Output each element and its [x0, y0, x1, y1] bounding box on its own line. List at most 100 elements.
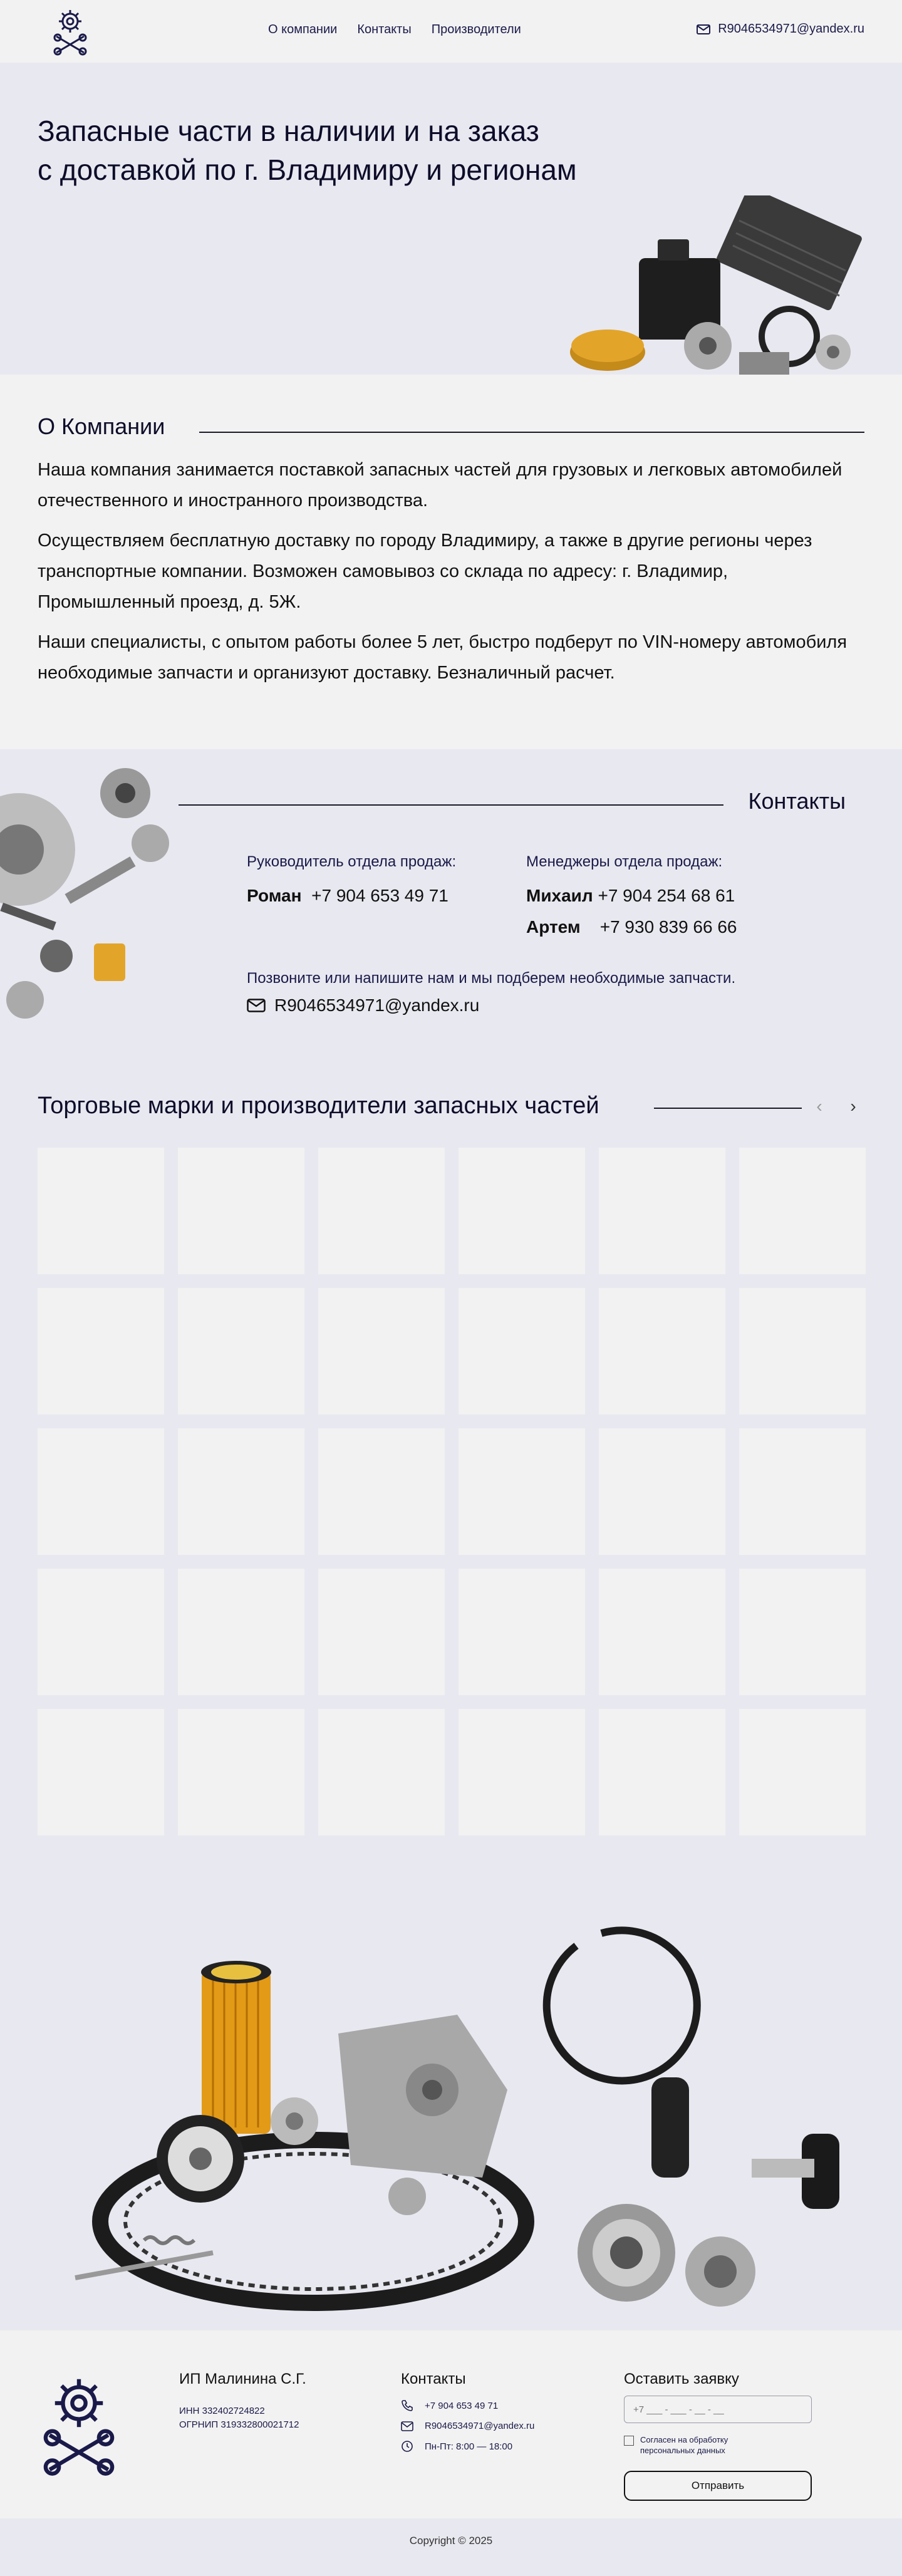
auto-parts-illustration — [75, 1926, 839, 2311]
phone-icon — [402, 2400, 413, 2411]
consent-checkbox[interactable] — [624, 2436, 634, 2446]
contacts-title: Контакты — [748, 788, 846, 814]
brand-card[interactable] — [459, 1569, 585, 1695]
brands-section: Торговые марки и производители запасных … — [0, 1062, 902, 1896]
consent-label: Согласен на обработку персональных данны… — [640, 2435, 728, 2455]
nav-manufacturers-link[interactable]: Производители — [432, 23, 521, 37]
manager-phone: +7 904 254 68 61 — [598, 886, 735, 905]
hero-title-line2: с доставкой по г. Владимиру и регионам — [38, 153, 577, 186]
brand-card[interactable] — [38, 1709, 164, 1836]
brand-card[interactable] — [38, 1428, 164, 1555]
about-section: О Компании Наша компания занимается пост… — [0, 375, 902, 749]
head-of-sales-block: Руководитель отдела продаж: Роман +7 904… — [247, 853, 456, 917]
hero-title: Запасные части в наличии и на заказ с до… — [38, 112, 727, 189]
clock-icon — [402, 2441, 413, 2452]
brand-card[interactable] — [599, 1709, 725, 1836]
footer-hours-text: Пн-Пт: 8:00 — 18:00 — [425, 2441, 513, 2452]
nav-contacts-link[interactable]: Контакты — [357, 23, 411, 37]
brand-card[interactable] — [38, 1288, 164, 1415]
footer-email: R9046534971@yandex.ru — [425, 2421, 535, 2431]
hero-title-line1: Запасные части в наличии и на заказ — [38, 115, 539, 147]
brand-card[interactable] — [599, 1569, 725, 1695]
main-nav: О компании Контакты Производители — [268, 23, 521, 37]
phone-input[interactable] — [624, 2396, 812, 2423]
gear-pistons-logo-icon[interactable] — [36, 2368, 122, 2481]
managers-block: Менеджеры отдела продаж: Михаил +7 904 2… — [526, 853, 737, 948]
gear-pistons-logo-icon[interactable] — [50, 6, 90, 56]
contacts-email-link[interactable]: R9046534971@yandex.ru — [247, 995, 479, 1015]
brand-card[interactable] — [38, 1148, 164, 1274]
brand-card[interactable] — [38, 1569, 164, 1695]
brand-card[interactable] — [459, 1148, 585, 1274]
hero-parts-image — [570, 195, 862, 375]
manager-contact[interactable]: Михаил +7 904 254 68 61 — [526, 886, 737, 906]
brands-title: Торговые марки и производители запасных … — [38, 1093, 599, 1119]
brand-card[interactable] — [318, 1709, 445, 1836]
brand-card[interactable] — [739, 1148, 866, 1274]
brand-card[interactable] — [318, 1288, 445, 1415]
brand-card[interactable] — [318, 1428, 445, 1555]
contacts-divider — [179, 804, 723, 806]
brand-card[interactable] — [599, 1428, 725, 1555]
footer-contacts-title: Контакты — [401, 2371, 466, 2387]
header-email-link[interactable]: R9046534971@yandex.ru — [697, 22, 864, 36]
about-text: Наша компания занимается поставкой запас… — [38, 455, 852, 698]
manager-phone: +7 930 839 66 66 — [599, 917, 737, 937]
contacts-email-text: R9046534971@yandex.ru — [274, 995, 480, 1015]
carousel-prev-button[interactable]: ‹ — [812, 1096, 827, 1116]
managers-label: Менеджеры отдела продаж: — [526, 853, 723, 870]
brand-card[interactable] — [459, 1288, 585, 1415]
about-paragraph: Осуществляем бесплатную доставку по горо… — [38, 531, 812, 612]
consent-row: Согласен на обработку персональных данны… — [624, 2434, 812, 2456]
about-title: О Компании — [38, 413, 165, 439]
carousel-next-button[interactable]: › — [846, 1096, 861, 1116]
brand-card[interactable] — [178, 1288, 304, 1415]
brand-card[interactable] — [318, 1569, 445, 1695]
brand-card[interactable] — [318, 1148, 445, 1274]
about-paragraph: Наши специалисты, с опытом работы более … — [38, 632, 848, 683]
parts-banner-image — [0, 1896, 902, 2330]
brand-card[interactable] — [178, 1569, 304, 1695]
brand-card[interactable] — [178, 1709, 304, 1836]
contacts-section: Контакты Руководитель отдела продаж: Ром… — [0, 749, 902, 1062]
brand-card[interactable] — [739, 1569, 866, 1695]
brand-card[interactable] — [739, 1709, 866, 1836]
about-divider — [199, 432, 864, 433]
footer-company-name: ИП Малинина С.Г. — [179, 2371, 306, 2387]
head-name: Роман — [247, 886, 302, 905]
manager-name: Артем — [526, 917, 581, 937]
footer-phone-link[interactable]: +7 904 653 49 71 — [401, 2399, 534, 2412]
contacts-parts-image — [0, 768, 169, 1019]
brand-card[interactable] — [739, 1288, 866, 1415]
head-of-sales-contact[interactable]: Роман +7 904 653 49 71 — [247, 886, 456, 906]
footer-company-block: ИП Малинина С.Г. ИНН 332402724822 ОГРНИП… — [179, 2371, 306, 2432]
mail-icon — [697, 24, 711, 34]
mail-icon — [401, 2421, 413, 2431]
brand-card[interactable] — [739, 1428, 866, 1555]
about-paragraph: Наша компания занимается поставкой запас… — [38, 460, 842, 511]
copyright: Copyright © 2025 — [0, 2518, 902, 2576]
contacts-note: Позвоните или напишите нам и мы подберем… — [247, 970, 736, 987]
nav-about-link[interactable]: О компании — [268, 23, 337, 37]
brand-card[interactable] — [599, 1288, 725, 1415]
hero-section: Запасные части в наличии и на заказ с до… — [0, 63, 902, 375]
brands-carousel-controls: ‹ › — [812, 1096, 861, 1116]
brand-card[interactable] — [459, 1428, 585, 1555]
footer-email-link[interactable]: R9046534971@yandex.ru — [401, 2421, 534, 2431]
submit-button[interactable]: Отправить — [624, 2471, 812, 2501]
brands-grid — [38, 1148, 866, 1836]
footer-hours: Пн-Пт: 8:00 — 18:00 — [401, 2440, 534, 2453]
footer-inn: ИНН 332402724822 — [179, 2406, 265, 2416]
manager-contact[interactable]: Артем +7 930 839 66 66 — [526, 917, 737, 937]
footer-ogrnip: ОГРНИП 319332800021712 — [179, 2419, 299, 2430]
mail-icon — [247, 999, 266, 1012]
head-of-sales-label: Руководитель отдела продаж: — [247, 853, 457, 870]
brands-divider — [654, 1108, 802, 1109]
header-email-text: R9046534971@yandex.ru — [718, 22, 864, 36]
brand-card[interactable] — [599, 1148, 725, 1274]
brand-card[interactable] — [178, 1428, 304, 1555]
brand-card[interactable] — [178, 1148, 304, 1274]
request-form-title: Оставить заявку — [624, 2371, 739, 2387]
request-form: Оставить заявку Согласен на обработку пе… — [624, 2371, 812, 2501]
brand-card[interactable] — [459, 1709, 585, 1836]
